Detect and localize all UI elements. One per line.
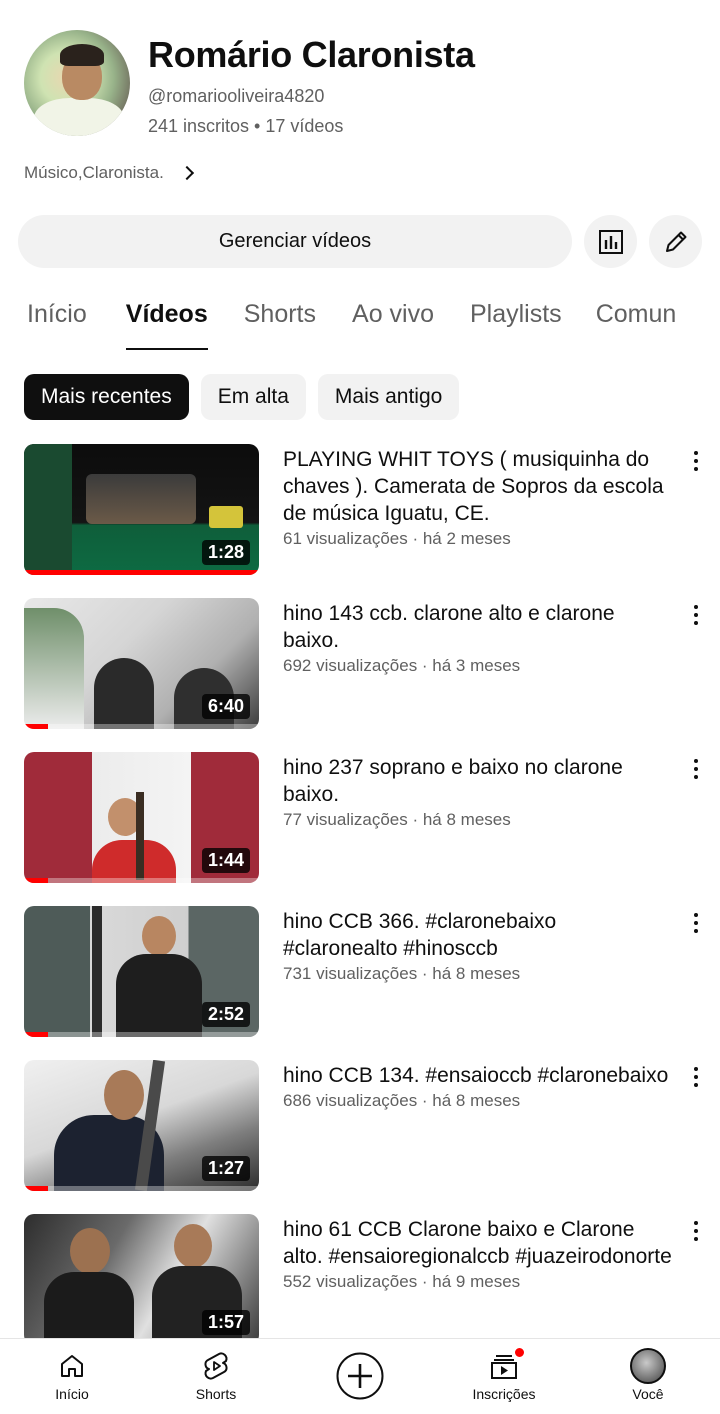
nav-label: Inscrições xyxy=(472,1386,536,1402)
video-meta: 77 visualizações · há 8 meses xyxy=(283,810,511,829)
more-options-icon[interactable] xyxy=(688,449,704,473)
channel-header: Romário Claronista @romariooliveira4820 … xyxy=(0,0,720,150)
video-thumbnail[interactable]: 1:44 xyxy=(24,752,259,883)
nav-item-shorts[interactable]: Shorts xyxy=(166,1339,266,1414)
video-title[interactable]: hino CCB 134. #ensaioccb #claronebaixo xyxy=(283,1064,668,1087)
chip-mais-recentes[interactable]: Mais recentes xyxy=(24,374,189,420)
shorts-icon xyxy=(204,1352,228,1380)
video-meta: 731 visualizações · há 8 meses xyxy=(283,964,521,983)
video-thumbnail[interactable]: 2:52 xyxy=(24,906,259,1037)
channel-tabs: Início Vídeos Shorts Ao vivo Playlists C… xyxy=(0,290,720,352)
video-title[interactable]: hino 237 soprano e baixo no clarone baix… xyxy=(283,756,623,806)
pencil-icon xyxy=(665,231,686,252)
nav-label: Você xyxy=(632,1386,664,1402)
nav-item-create[interactable] xyxy=(310,1339,410,1414)
channel-description: Músico,Claronista. xyxy=(24,163,164,182)
sort-chips: Mais recentes Em alta Mais antigo xyxy=(24,374,460,420)
video-thumbnail[interactable]: 1:57 xyxy=(24,1214,259,1345)
video-thumbnail[interactable]: 6:40 xyxy=(24,598,259,729)
notification-dot xyxy=(514,1347,525,1358)
bar-chart-icon xyxy=(598,229,623,254)
video-item[interactable]: 1:44 hino 237 soprano e baixo no clarone… xyxy=(0,752,720,884)
nav-item-voce[interactable]: Você xyxy=(598,1339,698,1414)
duration-badge: 1:57 xyxy=(201,1310,250,1335)
create-plus-icon xyxy=(336,1352,384,1400)
nav-item-inicio[interactable]: Início xyxy=(22,1339,122,1414)
video-item[interactable]: 1:28 PLAYING WHIT TOYS ( musiquinha do c… xyxy=(0,444,720,576)
chip-em-alta[interactable]: Em alta xyxy=(200,374,306,420)
video-item[interactable]: 1:57 hino 61 CCB Clarone baixo e Clarone… xyxy=(0,1214,720,1346)
watch-progress-bar xyxy=(24,1032,48,1037)
video-meta: 686 visualizações · há 8 meses xyxy=(283,1091,521,1110)
tab-shorts[interactable]: Shorts xyxy=(244,290,316,352)
channel-name: Romário Claronista xyxy=(148,34,475,75)
edit-channel-button[interactable] xyxy=(649,215,702,268)
video-item[interactable]: 6:40 hino 143 ccb. clarone alto e claron… xyxy=(0,598,720,730)
more-options-icon[interactable] xyxy=(688,1065,704,1089)
tab-comunidade[interactable]: Comun xyxy=(596,290,677,352)
watch-progress-bar xyxy=(24,724,48,729)
analytics-button[interactable] xyxy=(584,215,637,268)
watch-progress-bar xyxy=(24,570,259,575)
video-title[interactable]: hino 61 CCB Clarone baixo e Clarone alto… xyxy=(283,1218,672,1268)
tab-playlists[interactable]: Playlists xyxy=(470,290,562,352)
tab-ao-vivo[interactable]: Ao vivo xyxy=(352,290,434,352)
video-item[interactable]: 1:27 hino CCB 134. #ensaioccb #claroneba… xyxy=(0,1060,720,1192)
duration-badge: 1:44 xyxy=(201,848,250,873)
more-options-icon[interactable] xyxy=(688,1219,704,1243)
video-thumbnail[interactable]: 1:27 xyxy=(24,1060,259,1191)
tab-videos[interactable]: Vídeos xyxy=(125,290,208,352)
channel-avatar[interactable] xyxy=(24,30,130,136)
video-meta: 61 visualizações · há 2 meses xyxy=(283,529,511,548)
tab-inicio[interactable]: Início xyxy=(27,290,87,352)
watch-progress-bar xyxy=(24,878,48,883)
watch-progress-bar xyxy=(24,1186,48,1191)
more-options-icon[interactable] xyxy=(688,603,704,627)
duration-badge: 1:28 xyxy=(201,540,250,565)
duration-badge: 1:27 xyxy=(201,1156,250,1181)
video-title[interactable]: PLAYING WHIT TOYS ( musiquinha do chaves… xyxy=(283,448,664,525)
nav-item-inscricoes[interactable]: Inscrições xyxy=(454,1339,554,1414)
manage-videos-button[interactable]: Gerenciar vídeos xyxy=(18,215,572,268)
chevron-right-icon xyxy=(179,165,194,181)
video-title[interactable]: hino CCB 366. #claronebaixo #claronealto… xyxy=(283,910,556,960)
more-options-icon[interactable] xyxy=(688,911,704,935)
nav-label: Shorts xyxy=(195,1386,237,1402)
duration-badge: 6:40 xyxy=(201,694,250,719)
duration-badge: 2:52 xyxy=(201,1002,250,1027)
avatar-icon xyxy=(630,1348,666,1384)
bottom-navigation: Início Shorts Inscrições Você xyxy=(0,1338,720,1414)
video-title[interactable]: hino 143 ccb. clarone alto e clarone bai… xyxy=(283,602,615,652)
video-meta: 692 visualizações · há 3 meses xyxy=(283,656,521,675)
home-icon xyxy=(61,1355,83,1377)
nav-label: Início xyxy=(55,1386,89,1402)
channel-handle: @romariooliveira4820 xyxy=(148,86,325,106)
video-thumbnail[interactable]: 1:28 xyxy=(24,444,259,575)
channel-description-link[interactable]: Músico,Claronista. xyxy=(24,160,194,186)
video-item[interactable]: 2:52 hino CCB 366. #claronebaixo #claron… xyxy=(0,906,720,1038)
video-meta: 552 visualizações · há 9 meses xyxy=(283,1272,521,1291)
channel-stats: 241 inscritos • 17 vídeos xyxy=(148,116,344,136)
more-options-icon[interactable] xyxy=(688,757,704,781)
chip-mais-antigo[interactable]: Mais antigo xyxy=(317,374,460,420)
